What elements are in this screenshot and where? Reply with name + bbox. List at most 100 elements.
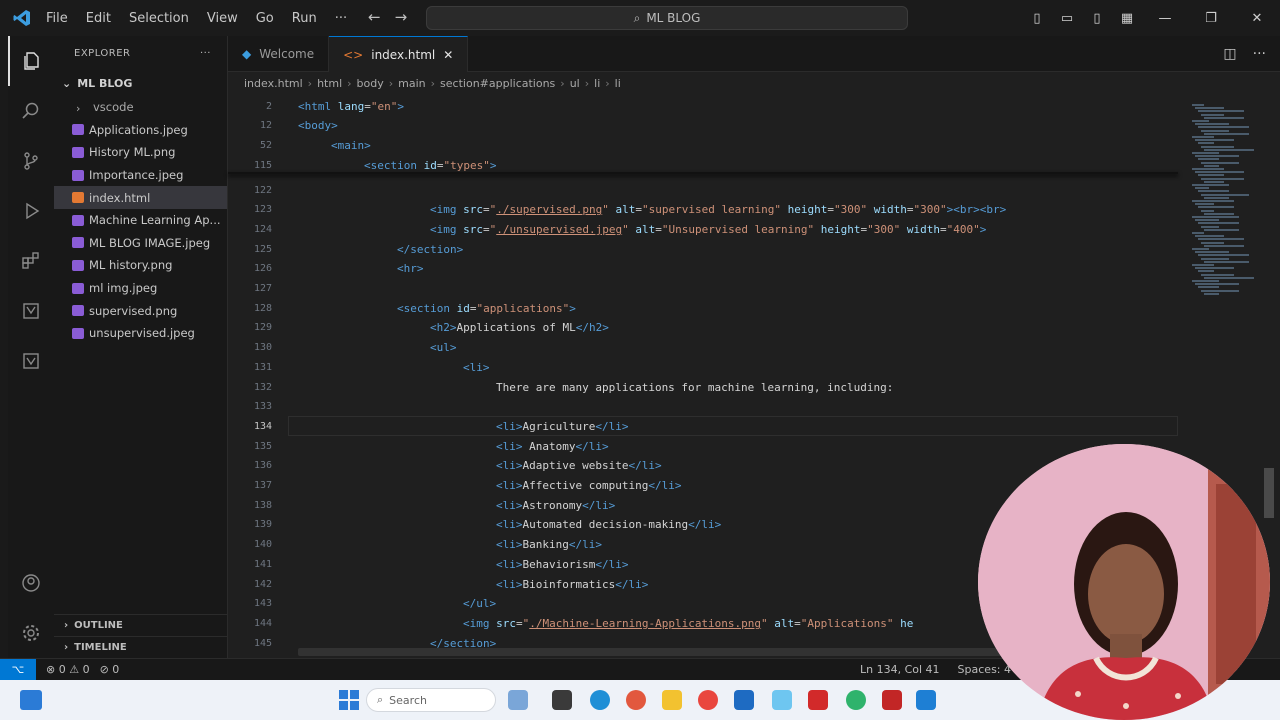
testing-icon[interactable] [8, 336, 54, 386]
extensions-icon[interactable] [8, 236, 54, 286]
sidebar-item[interactable]: index.html [54, 186, 227, 209]
sidebar-item[interactable]: Machine Learning Ap... [54, 209, 227, 232]
code-line[interactable]: 131 <li> [228, 357, 1178, 377]
tab-index-html[interactable]: <> index.html ✕ [329, 36, 469, 72]
back-arrow-icon[interactable]: ← [368, 8, 381, 26]
image-file-icon [72, 146, 84, 158]
copilot-icon[interactable] [626, 690, 646, 710]
minimap-line [1192, 136, 1214, 138]
code-line[interactable]: 125 </section> [228, 239, 1178, 259]
breadcrumb-item[interactable]: body [357, 77, 384, 90]
timeline-section[interactable]: › TIMELINE [54, 636, 228, 658]
chrome-icon[interactable] [698, 690, 718, 710]
sidebar-item[interactable]: ML BLOG IMAGE.jpeg [54, 232, 227, 255]
task-view-icon[interactable] [508, 690, 528, 710]
sticky-code-line[interactable]: 2 <html lang="en"> [228, 96, 1178, 116]
code-line[interactable]: 127 [228, 279, 1178, 299]
ports-indicator[interactable]: ⊘ 0 [100, 663, 120, 676]
store-icon[interactable] [734, 690, 754, 710]
menu-go[interactable]: Go [256, 11, 274, 26]
code-line[interactable]: 129 <h2>Applications of ML</h2> [228, 318, 1178, 338]
root-folder-label: ML BLOG [77, 76, 133, 90]
search-icon[interactable] [8, 86, 54, 136]
edge-icon[interactable] [590, 690, 610, 710]
forward-arrow-icon[interactable]: → [395, 8, 408, 26]
breadcrumb-item[interactable]: ul [570, 77, 580, 90]
code-line[interactable]: 130 <ul> [228, 338, 1178, 358]
code-line[interactable]: 123 <img src="./supervised.png" alt="supe… [228, 200, 1178, 220]
breadcrumb-item[interactable]: section#applications [440, 77, 555, 90]
sticky-code-line[interactable]: 115 <section id="types"> [228, 155, 1178, 175]
sidebar-item[interactable]: Applications.jpeg [54, 119, 227, 142]
line-number: 127 [253, 283, 272, 294]
remote-explorer-icon[interactable] [8, 286, 54, 336]
account-icon[interactable] [8, 558, 54, 608]
breadcrumb-item[interactable]: index.html [244, 77, 303, 90]
code-line[interactable]: 134 <li>Agriculture</li> [228, 416, 1178, 437]
vertical-scrollbar[interactable] [1264, 468, 1274, 518]
outline-section[interactable]: › OUTLINE [54, 614, 228, 636]
run-debug-icon[interactable] [8, 186, 54, 236]
menu-edit[interactable]: Edit [86, 11, 111, 26]
terminal-icon[interactable] [552, 690, 572, 710]
split-editor-icon[interactable]: ◫ [1223, 46, 1236, 62]
breadcrumb-item[interactable]: li [615, 77, 621, 90]
minimap-line [1204, 116, 1244, 119]
sticky-code-line[interactable]: 52 <main> [228, 135, 1178, 155]
code-line[interactable]: 133 [228, 397, 1178, 417]
pdf-reader-icon[interactable] [882, 690, 902, 710]
indentation-indicator[interactable]: Spaces: 4 [958, 663, 1011, 676]
menu-run[interactable]: Run [292, 11, 317, 26]
menu-view[interactable]: View [207, 11, 238, 26]
sticky-code-line[interactable]: 12 <body> [228, 116, 1178, 136]
vscode-taskbar-icon[interactable] [916, 690, 936, 710]
code-line[interactable]: 124 <img src="./unsupervised.jpeg" alt="U… [228, 219, 1178, 239]
breadcrumb-item[interactable]: li [594, 77, 600, 90]
toggle-primary-sidebar-icon[interactable]: ▯ [1022, 11, 1052, 26]
code-line[interactable]: 132 There are many applications for machi… [228, 377, 1178, 397]
explorer-icon[interactable] [8, 36, 54, 86]
close-button[interactable]: ✕ [1234, 11, 1280, 26]
explorer-root-folder[interactable]: ⌄ ML BLOG [54, 70, 227, 96]
sidebar-item[interactable]: History ML.png [54, 141, 227, 164]
cursor-position[interactable]: Ln 134, Col 41 [860, 663, 940, 676]
file-explorer-icon[interactable] [662, 690, 682, 710]
tab-welcome[interactable]: ◆ Welcome [228, 36, 330, 72]
remote-indicator[interactable]: ⌥ [0, 658, 36, 681]
taskbar-search[interactable]: ⌕ Search [366, 688, 496, 712]
close-tab-icon[interactable]: ✕ [443, 48, 453, 62]
minimize-button[interactable]: — [1142, 11, 1188, 26]
problems-indicator[interactable]: ⊗ 0 ⚠ 0 [46, 663, 90, 676]
mcafee-icon[interactable] [808, 690, 828, 710]
code-line[interactable]: 128 <section id="applications"> [228, 298, 1178, 318]
sidebar-item[interactable]: unsupervised.jpeg [54, 322, 227, 345]
sidebar-item[interactable]: ml img.jpeg [54, 277, 227, 300]
menu-file[interactable]: File [46, 11, 68, 26]
command-center-search[interactable]: ⌕ ML BLOG [426, 6, 908, 30]
code-line[interactable]: 135 <li> Anatomy</li> [228, 436, 1178, 456]
code-line[interactable]: 122 [228, 180, 1178, 200]
toggle-secondary-sidebar-icon[interactable]: ▯ [1082, 11, 1112, 26]
sidebar-item[interactable]: supervised.png [54, 299, 227, 322]
line-number: 136 [253, 460, 272, 472]
sidebar-item[interactable]: ML history.png [54, 254, 227, 277]
source-control-icon[interactable] [8, 136, 54, 186]
toggle-panel-icon[interactable]: ▭ [1052, 11, 1082, 26]
sidebar-item[interactable]: › vscode [54, 96, 227, 119]
html-file-icon [72, 192, 84, 204]
more-actions-icon[interactable]: ··· [200, 48, 211, 59]
gear-icon[interactable] [8, 608, 54, 658]
maximize-button[interactable]: ❐ [1188, 11, 1234, 26]
breadcrumb-item[interactable]: html [317, 77, 342, 90]
menu-selection[interactable]: Selection [129, 11, 189, 26]
breadcrumb-item[interactable]: main [398, 77, 425, 90]
sidebar-item[interactable]: Importance.jpeg [54, 164, 227, 187]
menu-more[interactable]: ··· [335, 11, 347, 26]
editor-more-icon[interactable]: ··· [1253, 46, 1266, 62]
photos-icon[interactable] [772, 690, 792, 710]
windows-start-icon[interactable] [338, 689, 360, 711]
customize-layout-icon[interactable]: ▦ [1112, 11, 1142, 26]
widgets-icon[interactable] [20, 690, 42, 710]
code-line[interactable]: 126 <hr> [228, 259, 1178, 279]
whatsapp-icon[interactable] [846, 690, 866, 710]
